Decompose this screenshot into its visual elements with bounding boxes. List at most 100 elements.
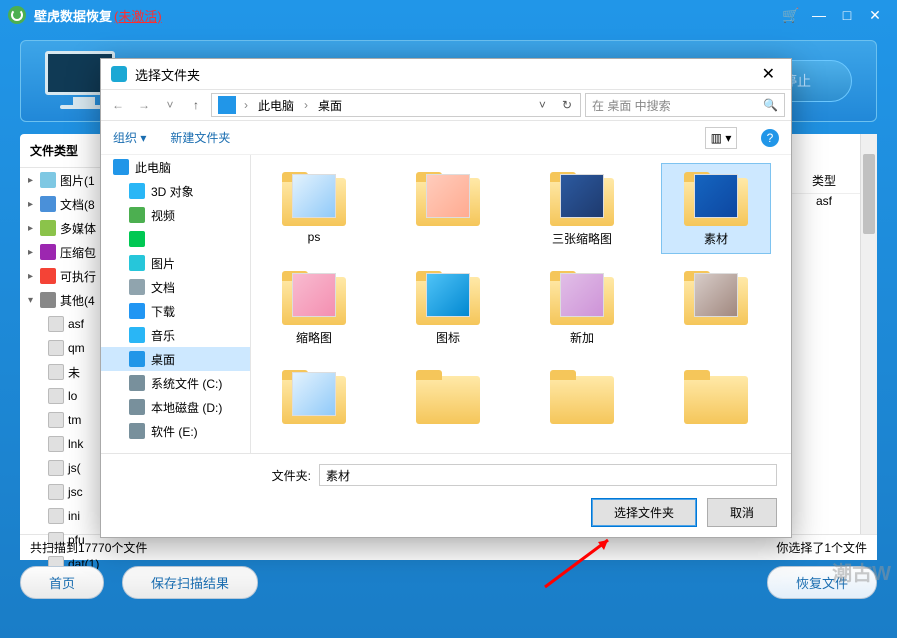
folder-icon [680,170,752,226]
crumb-dropdown-icon[interactable]: ˅ [531,98,554,112]
not-activated-link[interactable]: (未激活) [114,6,162,25]
col-type-header[interactable]: 类型 [788,168,860,194]
cart-icon[interactable]: 🛒 [777,5,805,25]
recover-button[interactable]: 恢复文件 [767,566,877,599]
dialog-file-area[interactable]: ps 三张缩略图 素材缩略图 图标 新加 [251,155,791,453]
crumb-desktop[interactable]: 桌面 [310,94,350,116]
tree-node[interactable]: 系统文件 (C:) [101,371,250,395]
folder-item[interactable]: 三张缩略图 [527,163,637,254]
dialog-title: 选择文件夹 [135,65,200,84]
tree-node-icon [113,159,129,175]
row-type-cell: asf [788,192,860,210]
tree-node[interactable]: 本地磁盘 (D:) [101,395,250,419]
tree-node[interactable]: 文档 [101,275,250,299]
tree-node-icon [129,423,145,439]
select-folder-dialog: 选择文件夹 ✕ ← → ˅ ↑ › 此电脑 › 桌面 ˅ ↻ 在 桌面 中搜索 … [100,58,792,538]
nav-up-icon[interactable]: ↑ [185,94,207,116]
folder-item[interactable]: ps [259,163,369,254]
folder-icon [412,368,484,424]
organize-menu[interactable]: 组织 ▾ [113,129,146,146]
dialog-toolbar: 组织 ▾ 新建文件夹 ▥ ▾ ? [101,121,791,155]
folder-icon [278,269,350,325]
cancel-button[interactable]: 取消 [707,498,777,527]
folder-label: ps [308,230,321,246]
folder-field-label: 文件夹: [255,467,311,484]
help-icon[interactable]: ? [761,129,779,147]
dialog-icon [111,66,127,82]
tree-node-icon [129,375,145,391]
folder-icon [278,170,350,226]
tree-node[interactable]: 3D 对象 [101,179,250,203]
status-selected: 你选择了1个文件 [776,539,867,556]
folder-name-input[interactable] [319,464,777,486]
folder-label: 缩略图 [296,329,332,346]
breadcrumb[interactable]: › 此电脑 › 桌面 ˅ ↻ [211,93,581,117]
nav-forward-icon[interactable]: → [133,94,155,116]
refresh-icon[interactable]: ↻ [554,98,580,112]
view-mode-button[interactable]: ▥ ▾ [705,127,737,149]
home-button[interactable]: 首页 [20,566,104,599]
nav-bar: ← → ˅ ↑ › 此电脑 › 桌面 ˅ ↻ 在 桌面 中搜索 🔍 [101,89,791,121]
folder-label: 素材 [704,230,728,247]
folder-label: 图标 [436,329,460,346]
tree-node[interactable]: 桌面 [101,347,250,371]
folder-item[interactable] [661,361,771,451]
folder-item[interactable]: 缩略图 [259,262,369,353]
tree-node[interactable]: 视频 [101,203,250,227]
folder-icon [546,269,618,325]
dialog-close-button[interactable]: ✕ [756,64,781,84]
scrollbar-vertical[interactable] [860,134,877,534]
tree-node-icon [129,399,145,415]
save-results-button[interactable]: 保存扫描结果 [122,566,258,599]
tree-node-icon [129,351,145,367]
folder-icon [546,368,618,424]
tree-node-icon [129,327,145,343]
dialog-tree[interactable]: 此电脑3D 对象视频图片文档下载音乐桌面系统文件 (C:)本地磁盘 (D:)软件… [101,155,251,453]
folder-item[interactable] [661,262,771,353]
folder-icon [278,368,350,424]
tree-node-icon [129,231,145,247]
pc-icon [218,96,236,114]
minimize-button[interactable]: — [805,5,833,25]
select-folder-button[interactable]: 选择文件夹 [591,498,697,527]
folder-item[interactable] [393,163,503,254]
scrollbar-thumb[interactable] [863,154,875,234]
tree-node-icon [129,183,145,199]
tree-node-icon [129,255,145,271]
folder-icon [412,269,484,325]
folder-icon [412,170,484,226]
folder-label: 三张缩略图 [552,230,612,247]
tree-node[interactable]: 音乐 [101,323,250,347]
tree-node-icon [129,207,145,223]
app-logo-icon [8,6,26,24]
search-input[interactable]: 在 桌面 中搜索 🔍 [585,93,785,117]
folder-icon [680,269,752,325]
search-icon[interactable]: 🔍 [763,98,778,112]
titlebar: 壁虎数据恢复 (未激活) 🛒 — □ ✕ [0,0,897,30]
folder-item[interactable] [393,361,503,451]
folder-label: 新加 [570,329,594,346]
folder-item[interactable]: 素材 [661,163,771,254]
status-scanned: 共扫描到17770个文件 [30,539,147,556]
close-button[interactable]: ✕ [861,5,889,25]
new-folder-button[interactable]: 新建文件夹 [170,129,230,146]
folder-item[interactable]: 新加 [527,262,637,353]
nav-back-icon[interactable]: ← [107,94,129,116]
folder-item[interactable] [527,361,637,451]
search-placeholder: 在 桌面 中搜索 [592,97,671,114]
tree-node-icon [129,303,145,319]
tree-node[interactable]: 图片 [101,251,250,275]
tree-node[interactable]: 此电脑 [101,155,250,179]
tree-node[interactable]: 软件 (E:) [101,419,250,443]
tree-node-icon [129,279,145,295]
tree-node[interactable]: 下载 [101,299,250,323]
nav-recent-icon[interactable]: ˅ [159,94,181,116]
footer: 首页 保存扫描结果 恢复文件 [20,566,877,599]
tree-node[interactable] [101,227,250,251]
folder-icon [546,170,618,226]
folder-item[interactable]: 图标 [393,262,503,353]
crumb-pc[interactable]: 此电脑 [250,94,302,116]
folder-item[interactable] [259,361,369,451]
maximize-button[interactable]: □ [833,5,861,25]
folder-icon [680,368,752,424]
